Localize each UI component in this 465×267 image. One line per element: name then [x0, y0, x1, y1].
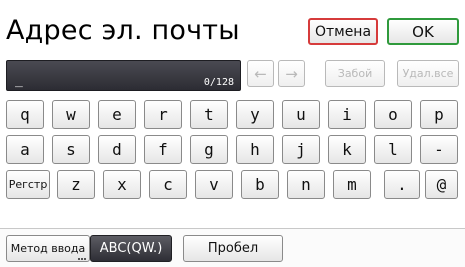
key-at[interactable]: @: [425, 170, 458, 199]
key-x[interactable]: x: [103, 170, 141, 199]
input-mode-indicator[interactable]: ABC(QW.): [90, 235, 172, 262]
key-o[interactable]: o: [374, 100, 412, 129]
ok-button[interactable]: OK: [387, 18, 459, 45]
key-j[interactable]: j: [282, 135, 320, 164]
key-period[interactable]: .: [384, 170, 420, 199]
key-h[interactable]: h: [236, 135, 274, 164]
key-z[interactable]: z: [57, 170, 95, 199]
page-title: Адрес эл. почты: [6, 15, 240, 46]
cancel-button[interactable]: Отмена: [308, 18, 378, 45]
key-d[interactable]: d: [98, 135, 136, 164]
key-q[interactable]: q: [6, 100, 44, 129]
input-value: _: [15, 73, 23, 88]
input-method-button[interactable]: Метод ввода: [6, 235, 90, 262]
shift-key[interactable]: Регстр: [6, 170, 50, 199]
arrow-left-icon: ←: [254, 64, 267, 83]
key-m[interactable]: m: [333, 170, 371, 199]
delete-all-button[interactable]: Удал.все: [397, 60, 459, 87]
email-input-field[interactable]: _ 0/128: [6, 60, 241, 91]
key-g[interactable]: g: [190, 135, 228, 164]
key-n[interactable]: n: [287, 170, 325, 199]
key-r[interactable]: r: [144, 100, 182, 129]
character-counter: 0/128: [203, 77, 234, 88]
key-i[interactable]: i: [328, 100, 366, 129]
key-k[interactable]: k: [328, 135, 366, 164]
key-y[interactable]: y: [236, 100, 274, 129]
key-f[interactable]: f: [144, 135, 182, 164]
email-entry-screen: Адрес эл. почты Отмена OK _ 0/128 ← → За…: [0, 0, 465, 267]
input-method-label: Метод ввода: [10, 242, 86, 255]
backspace-button[interactable]: Забой: [325, 60, 385, 87]
key-a[interactable]: a: [6, 135, 44, 164]
arrow-right-icon: →: [285, 64, 298, 83]
key-u[interactable]: u: [282, 100, 320, 129]
cursor-left-button[interactable]: ←: [247, 60, 274, 87]
key-hyphen[interactable]: -: [420, 135, 458, 164]
key-b[interactable]: b: [241, 170, 279, 199]
space-button[interactable]: Пробел: [183, 235, 283, 262]
cursor-right-button[interactable]: →: [278, 60, 305, 87]
key-c[interactable]: c: [149, 170, 187, 199]
key-s[interactable]: s: [52, 135, 90, 164]
key-p[interactable]: p: [420, 100, 458, 129]
key-v[interactable]: v: [195, 170, 233, 199]
key-e[interactable]: e: [98, 100, 136, 129]
more-dots-icon: [78, 255, 86, 260]
key-l[interactable]: l: [374, 135, 412, 164]
key-t[interactable]: t: [190, 100, 228, 129]
key-w[interactable]: w: [52, 100, 90, 129]
